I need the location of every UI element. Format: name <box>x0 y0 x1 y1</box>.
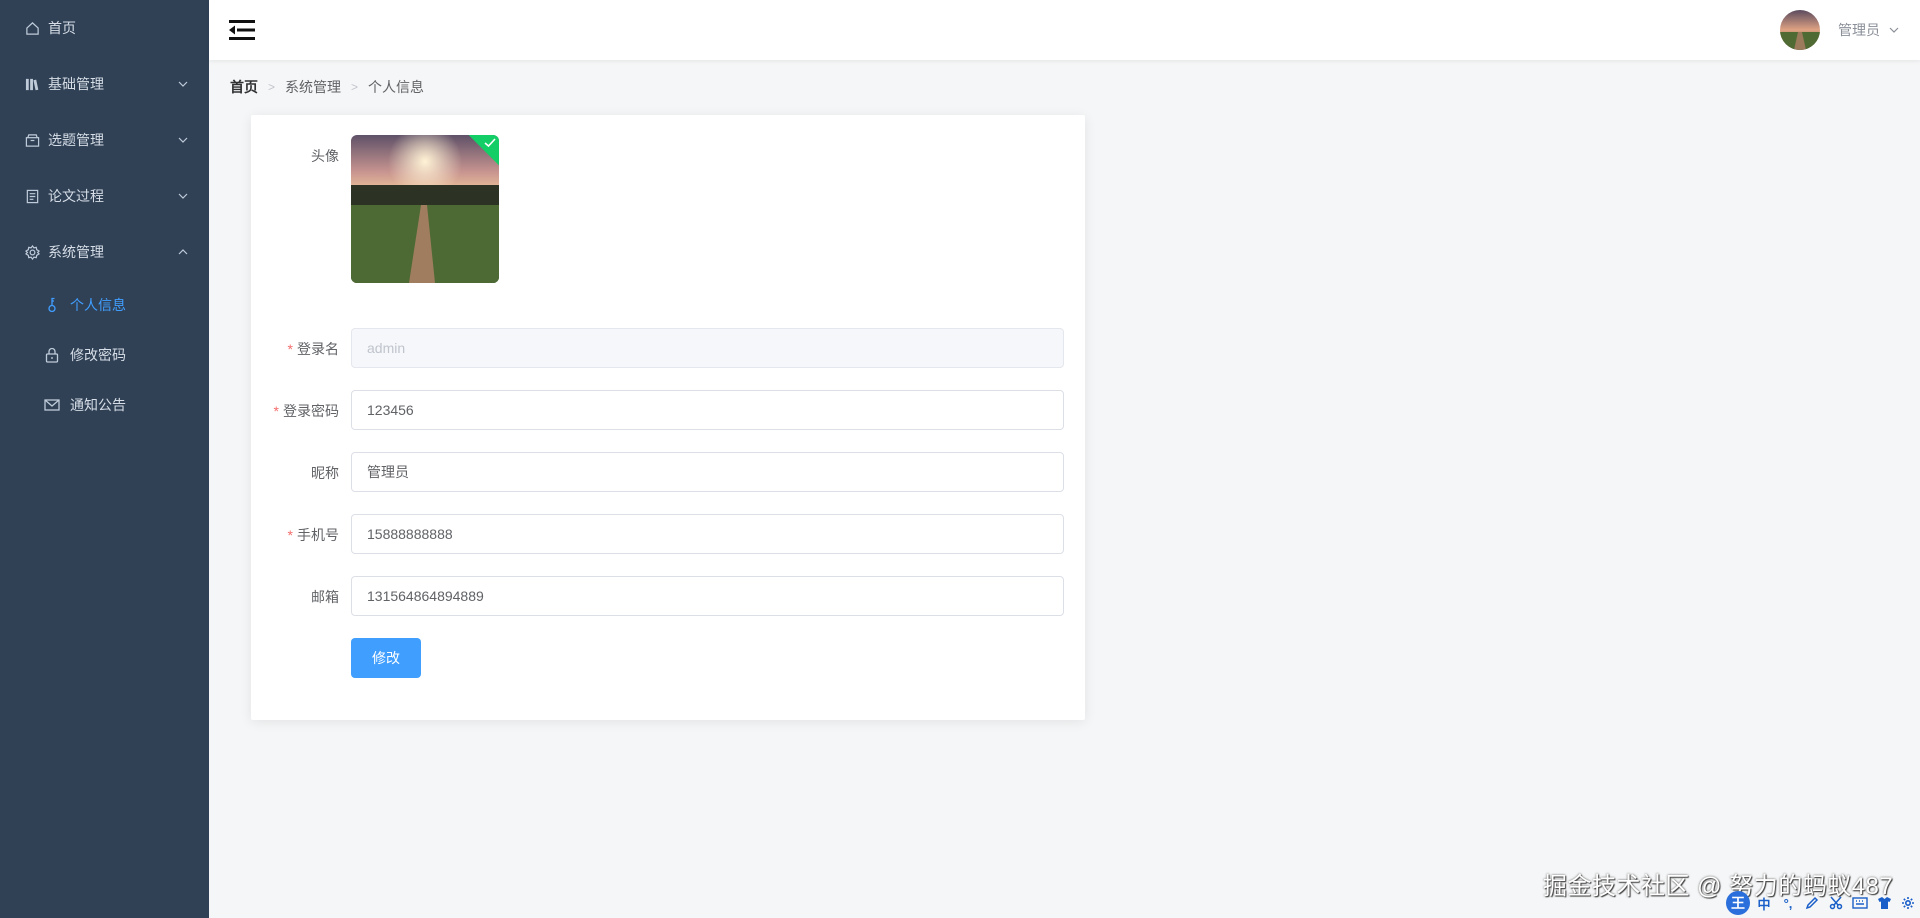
library-icon <box>24 76 40 92</box>
sidebar-item-basic[interactable]: 基础管理 <box>0 56 209 112</box>
email-label: 邮箱 <box>311 589 339 605</box>
login-name-input[interactable]: admin <box>351 328 1064 368</box>
sidebar-subitem-change-password[interactable]: 修改密码 <box>0 330 209 380</box>
profile-form-card: 头像 * 登录名 admin * 登录密码 123456 昵称 管理员 * 手机… <box>251 115 1085 720</box>
sidebar-subitem-profile[interactable]: 个人信息 <box>0 280 209 330</box>
avatar[interactable] <box>1780 10 1820 50</box>
email-input[interactable]: 131564864894889 <box>351 576 1064 616</box>
hamburger-icon[interactable] <box>229 18 255 42</box>
sidebar-item-label: 选题管理 <box>48 132 104 148</box>
key-icon <box>44 297 60 313</box>
breadcrumb-profile: 个人信息 <box>368 79 425 95</box>
sidebar-item-label: 首页 <box>48 20 76 36</box>
sidebar: 首页 基础管理 选题管理 论文过程 系统管理 个人信息 修改密码 通知公告 <box>0 0 209 918</box>
punctuation-icon[interactable]: °, <box>1778 893 1798 913</box>
ime-logo-icon[interactable]: 王 <box>1726 891 1750 915</box>
document-icon <box>24 188 40 204</box>
breadcrumb-system: 系统管理 <box>285 79 342 95</box>
phone-label: * 手机号 <box>287 527 339 543</box>
home-icon <box>24 20 40 36</box>
sidebar-item-label: 通知公告 <box>70 397 126 413</box>
avatar-upload[interactable] <box>351 135 499 283</box>
username-label: 管理员 <box>1838 22 1880 38</box>
skin-icon[interactable] <box>1874 893 1894 913</box>
scissors-icon[interactable] <box>1826 893 1846 913</box>
user-dropdown[interactable]: 管理员 <box>1780 9 1900 51</box>
sidebar-item-home[interactable]: 首页 <box>0 0 209 56</box>
sidebar-item-label: 修改密码 <box>70 347 126 363</box>
nickname-label: 昵称 <box>311 465 339 481</box>
sidebar-item-system[interactable]: 系统管理 <box>0 224 209 280</box>
ime-lang-toggle[interactable]: 中 <box>1754 893 1774 913</box>
chevron-up-icon <box>178 249 188 255</box>
chevron-down-icon <box>178 81 188 87</box>
sidebar-item-thesis[interactable]: 论文过程 <box>0 168 209 224</box>
avatar-label: 头像 <box>311 148 339 164</box>
keyboard-icon[interactable] <box>1850 893 1870 913</box>
phone-input[interactable]: 15888888888 <box>351 514 1064 554</box>
chevron-down-icon <box>178 193 188 199</box>
password-input[interactable]: 123456 <box>351 390 1064 430</box>
avatar-image <box>351 135 499 283</box>
submit-button[interactable]: 修改 <box>351 638 421 678</box>
nickname-input[interactable]: 管理员 <box>351 452 1064 492</box>
check-icon <box>484 138 496 148</box>
lock-icon <box>44 347 60 363</box>
pen-icon[interactable] <box>1802 893 1822 913</box>
mail-icon <box>44 397 60 413</box>
sidebar-item-label: 基础管理 <box>48 76 104 92</box>
top-navbar: 管理员 <box>209 0 1920 60</box>
sidebar-item-topic[interactable]: 选题管理 <box>0 112 209 168</box>
gear-icon <box>24 244 40 260</box>
sidebar-subitem-notice[interactable]: 通知公告 <box>0 380 209 430</box>
breadcrumb-home[interactable]: 首页 <box>230 77 258 97</box>
chevron-right-icon: > <box>351 80 359 94</box>
chevron-down-icon <box>1889 27 1899 33</box>
sidebar-item-label: 系统管理 <box>48 244 104 260</box>
sidebar-item-label: 论文过程 <box>48 188 104 204</box>
chevron-right-icon: > <box>268 80 276 94</box>
settings-icon[interactable] <box>1898 893 1918 913</box>
box-icon <box>24 132 40 148</box>
chevron-down-icon <box>178 137 188 143</box>
password-label: * 登录密码 <box>273 403 339 419</box>
breadcrumb: 首页 > 系统管理 > 个人信息 <box>230 78 424 96</box>
ime-toolbar: 王 中 °, <box>1722 888 1920 918</box>
login-name-label: * 登录名 <box>287 341 339 357</box>
sidebar-item-label: 个人信息 <box>70 297 126 313</box>
